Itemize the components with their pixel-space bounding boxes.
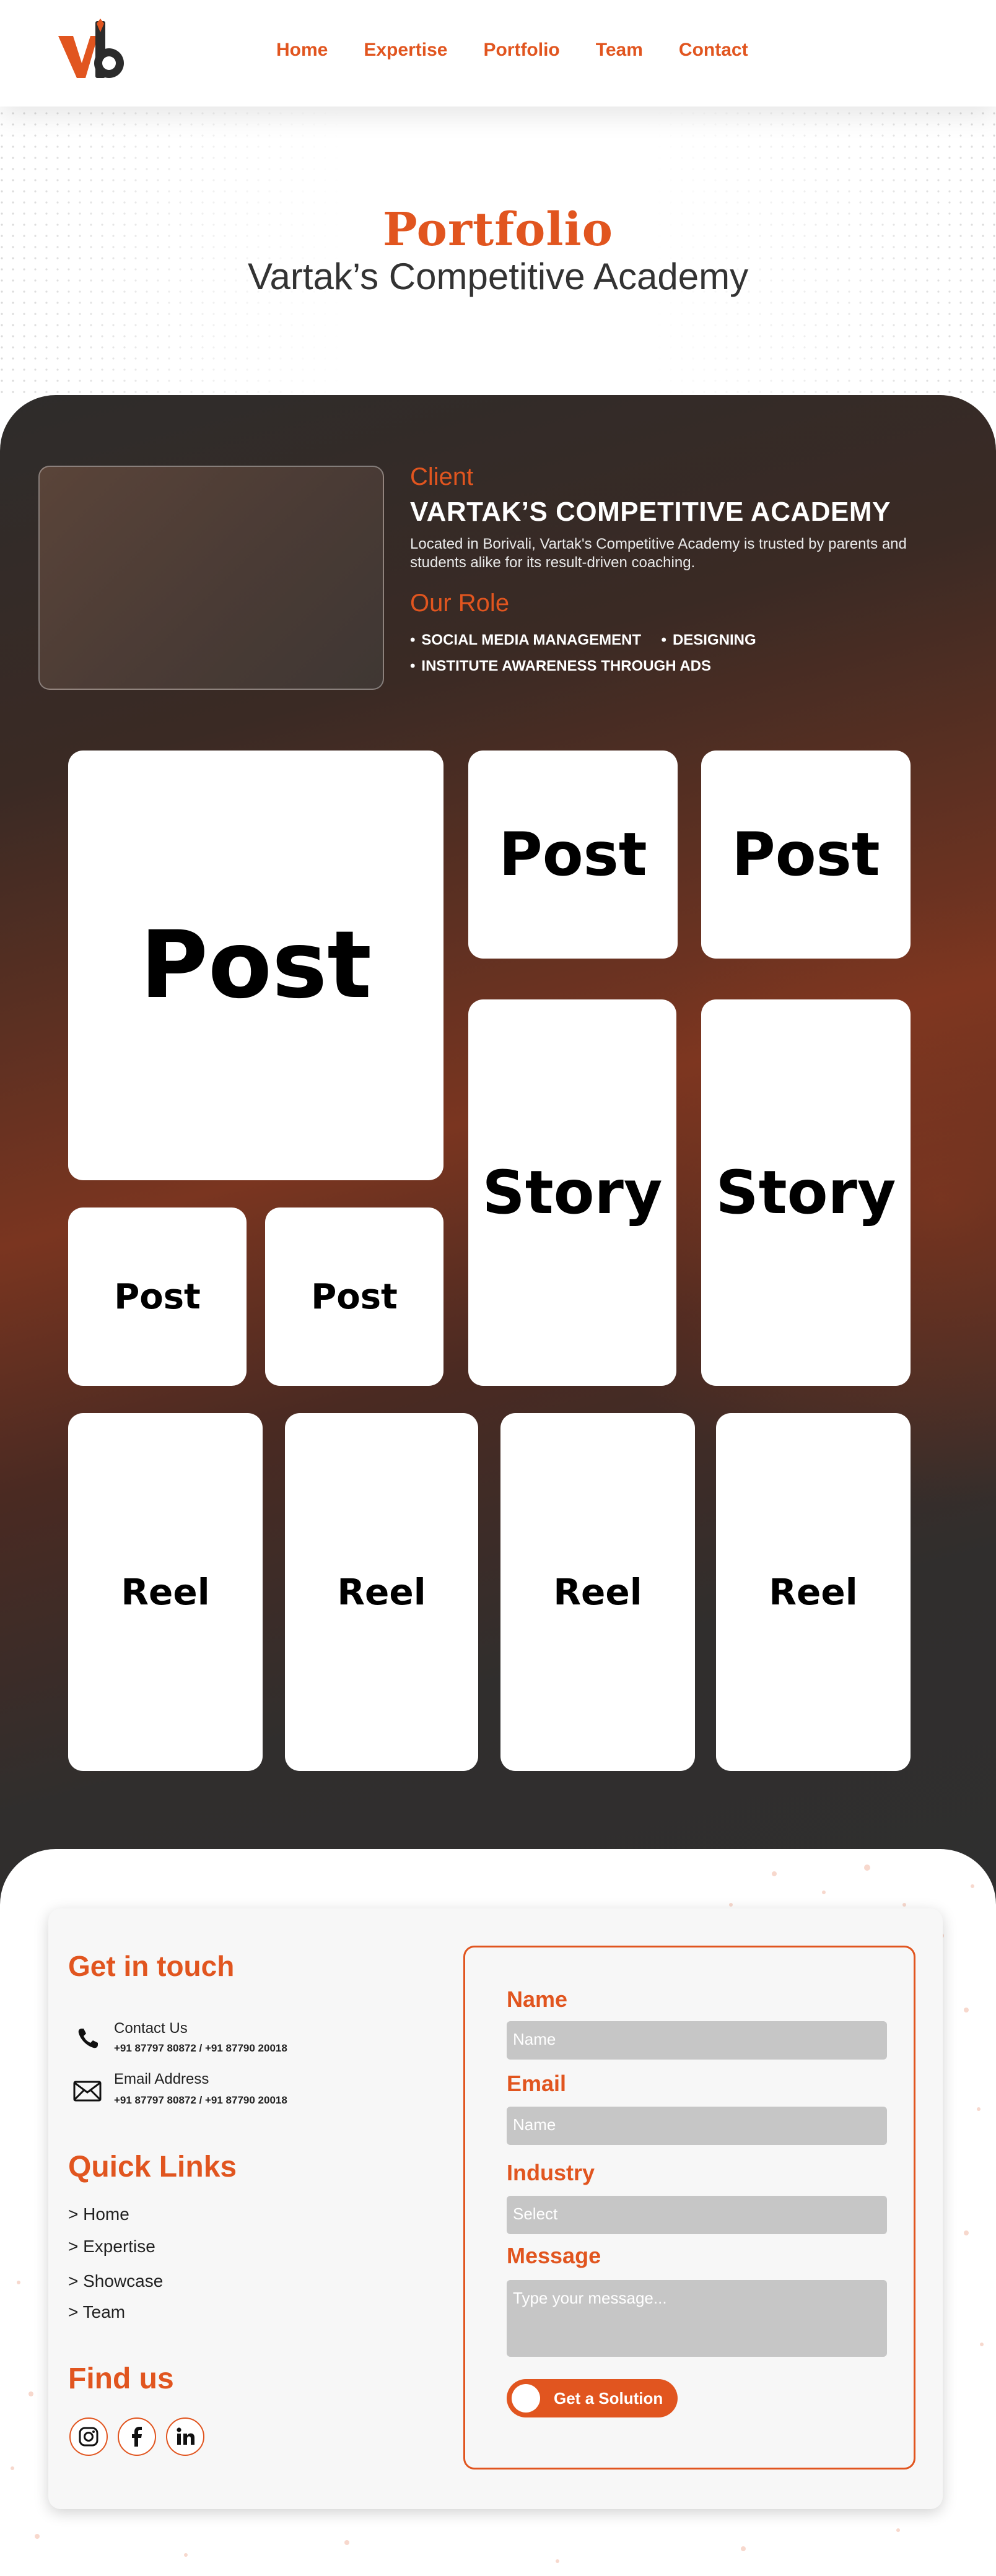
client-name: VARTAK’S COMPETITIVE ACADEMY: [410, 497, 891, 527]
reel-card[interactable]: Reel: [68, 1413, 263, 1771]
name-label: Name: [507, 1986, 568, 2012]
post-card-small[interactable]: Post: [265, 1208, 443, 1386]
get-in-touch-heading: Get in touch: [68, 1950, 235, 1982]
story-card[interactable]: Story: [468, 999, 676, 1386]
email-address-label: Email Address: [114, 2071, 209, 2087]
story-card[interactable]: Story: [701, 999, 911, 1386]
client-description: Located in Borivali, Vartak's Competitiv…: [410, 536, 907, 571]
mail-icon: [73, 2081, 102, 2102]
quick-link-showcase[interactable]: > Showcase: [68, 2271, 163, 2291]
post-card-small[interactable]: Post: [68, 1208, 247, 1386]
card-label: Reel: [769, 1571, 858, 1613]
nav-contact[interactable]: Contact: [679, 40, 748, 61]
contact-us-label: Contact Us: [114, 2020, 188, 2037]
role-item: DESIGNING: [662, 632, 756, 649]
page-title: Portfolio: [383, 203, 613, 256]
phone-numbers[interactable]: +91 87797 80872 / +91 87790 20018: [114, 2042, 287, 2055]
post-card-large[interactable]: Post: [68, 751, 443, 1180]
card-label: Story: [482, 1158, 663, 1227]
client-thumbnail: [38, 466, 384, 690]
email-address-value[interactable]: +91 87797 80872 / +91 87790 20018: [114, 2094, 287, 2107]
reel-card[interactable]: Reel: [500, 1413, 695, 1771]
client-label: Client: [410, 463, 474, 490]
card-label: Post: [311, 1276, 398, 1317]
card-label: Post: [140, 912, 372, 1019]
name-input[interactable]: Name: [507, 2021, 887, 2060]
quick-link-expertise[interactable]: > Expertise: [68, 2237, 155, 2256]
button-label: Get a Solution: [554, 2388, 663, 2408]
role-item: SOCIAL MEDIA MANAGEMENT: [410, 632, 641, 649]
industry-label: Industry: [507, 2160, 595, 2185]
site-header: Home Expertise Portfolio Team Contact: [0, 0, 996, 107]
nav-team[interactable]: Team: [596, 40, 643, 61]
reel-card[interactable]: Reel: [716, 1413, 911, 1771]
card-label: Reel: [553, 1571, 642, 1613]
nav-expertise[interactable]: Expertise: [364, 40, 447, 61]
quick-links-heading: Quick Links: [68, 2151, 237, 2183]
card-label: Reel: [121, 1571, 210, 1613]
post-card[interactable]: Post: [468, 751, 678, 959]
facebook-icon[interactable]: [118, 2417, 156, 2456]
vb-logo[interactable]: [55, 17, 129, 85]
card-label: Reel: [337, 1571, 426, 1613]
linkedin-icon[interactable]: [166, 2417, 204, 2456]
find-us-heading: Find us: [68, 2362, 174, 2395]
email-input[interactable]: Name: [507, 2107, 887, 2145]
message-label: Message: [507, 2243, 601, 2268]
main-nav: Home Expertise Portfolio Team Contact: [276, 40, 784, 61]
page-subtitle: Vartak’s Competitive Academy: [247, 256, 749, 297]
card-label: Post: [732, 820, 880, 889]
role-item: INSTITUTE AWARENESS THROUGH ADS: [410, 658, 711, 675]
nav-home[interactable]: Home: [276, 40, 328, 61]
nav-portfolio[interactable]: Portfolio: [483, 40, 559, 61]
card-label: Post: [499, 820, 647, 889]
instagram-icon[interactable]: [69, 2417, 108, 2456]
role-label: Our Role: [410, 590, 510, 617]
portfolio-panel: Client VARTAK’S COMPETITIVE ACADEMY Loca…: [0, 395, 996, 1906]
card-label: Post: [114, 1276, 201, 1317]
post-card[interactable]: Post: [701, 751, 911, 959]
reel-card[interactable]: Reel: [285, 1413, 478, 1771]
card-label: Story: [715, 1158, 896, 1227]
button-knob: [512, 2384, 540, 2413]
quick-link-home[interactable]: > Home: [68, 2204, 129, 2224]
get-solution-button[interactable]: Get a Solution: [507, 2379, 678, 2417]
message-textarea[interactable]: Type your message...: [507, 2280, 887, 2357]
role-list: SOCIAL MEDIA MANAGEMENT DESIGNING INSTIT…: [410, 632, 943, 684]
phone-icon: [78, 2029, 98, 2048]
quick-link-team[interactable]: > Team: [68, 2302, 125, 2322]
email-label: Email: [507, 2071, 567, 2096]
industry-select[interactable]: Select: [507, 2196, 887, 2234]
